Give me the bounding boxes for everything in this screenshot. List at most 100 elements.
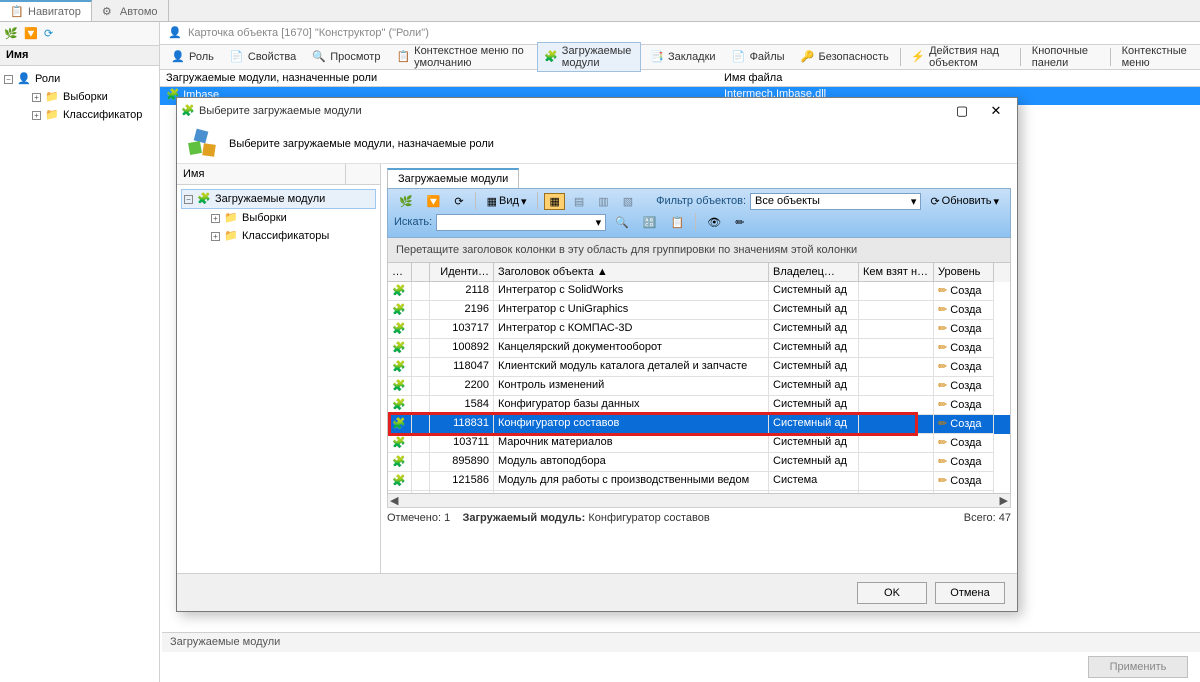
gh-taken[interactable]: Кем взят н… — [859, 263, 934, 282]
expand-icon[interactable]: + — [211, 214, 220, 223]
tb-plugins[interactable]: 🧩Загружаемые модули — [537, 42, 641, 72]
tb-context-menus[interactable]: Контекстные меню — [1115, 42, 1196, 72]
bg-col-left-head[interactable]: Загружаемые модули, назначенные роли — [160, 70, 718, 86]
row-check[interactable] — [412, 453, 430, 472]
eye-btn[interactable]: 👁 — [702, 214, 726, 231]
tb-view[interactable]: 🔍Просмотр — [305, 47, 387, 67]
tree-child-row[interactable]: + 📁 Классификаторы — [181, 227, 376, 245]
search-opt2[interactable]: 📋 — [666, 214, 690, 231]
grid-body[interactable]: 🧩2118Интегратор с SolidWorksСистемный ад… — [387, 282, 1011, 494]
close-button[interactable]: ✕ — [979, 100, 1013, 122]
gh-owner[interactable]: Владелец… — [769, 263, 859, 282]
tb-role[interactable]: 👤Роль — [164, 47, 221, 67]
expand-icon[interactable]: − — [184, 195, 193, 204]
chevron-down-icon: ▾ — [596, 216, 602, 229]
row-check[interactable] — [412, 491, 430, 494]
person-icon: 👤 — [168, 26, 182, 40]
col-name[interactable]: Имя — [177, 164, 346, 184]
row-check[interactable] — [412, 301, 430, 320]
h-scrollbar[interactable]: ◀▶ — [387, 494, 1011, 508]
tree-root[interactable]: − 👤 Роли — [4, 70, 155, 88]
row-check[interactable] — [412, 358, 430, 377]
gt-tree-btn[interactable]: 🌿 — [394, 193, 418, 210]
apply-button[interactable]: Применить — [1088, 656, 1188, 678]
tree-icon[interactable]: 🌿 — [4, 27, 18, 41]
tb-security[interactable]: 🔑Безопасность — [794, 47, 896, 67]
row-check[interactable] — [412, 377, 430, 396]
expand-icon[interactable]: − — [4, 75, 13, 84]
tab-automation[interactable]: ⚙ Автомо — [92, 0, 169, 21]
row-check[interactable] — [412, 415, 430, 434]
folder-icon: 📁 — [224, 229, 238, 243]
filter-combo[interactable]: Все объекты▾ — [750, 193, 921, 210]
gt-refresh-btn[interactable]: ⟳ — [449, 193, 468, 210]
table-row[interactable]: 🧩121586Модуль для работы с производствен… — [388, 472, 1010, 491]
search-opt1[interactable]: 🔠 — [638, 214, 662, 231]
row-check[interactable] — [412, 396, 430, 415]
tb-button-panels[interactable]: Кнопочные панели — [1025, 42, 1106, 72]
row-title: Марочник материалов — [494, 434, 769, 453]
tab-modules[interactable]: Загружаемые модули — [387, 168, 519, 188]
table-row[interactable]: 🧩2200Контроль измененийСистемный ад✏ Соз… — [388, 377, 1010, 396]
table-row[interactable]: 🧩118831Конфигуратор составовСистемный ад… — [388, 415, 1010, 434]
table-row[interactable]: 🧩1584Конфигуратор базы данныхСистемный а… — [388, 396, 1010, 415]
gt-layout1[interactable]: ▦ — [544, 193, 564, 210]
table-row[interactable]: 🧩2118Интегратор с SolidWorksСистемный ад… — [388, 282, 1010, 301]
gt-layout3[interactable]: ▥ — [593, 193, 613, 210]
scroll-right-icon[interactable]: ▶ — [1000, 494, 1008, 507]
table-row[interactable]: 🧩103717Интегратор с КОМПАС-3DСистемный а… — [388, 320, 1010, 339]
bg-col-right-head[interactable]: Имя файла — [718, 70, 788, 86]
expand-icon[interactable]: + — [211, 232, 220, 241]
table-row[interactable]: 🧩2196Интегратор с UniGraphicsСистемный а… — [388, 301, 1010, 320]
gt-filter-btn[interactable]: 🔽 — [422, 193, 446, 210]
row-check[interactable] — [412, 434, 430, 453]
scroll-left-icon[interactable]: ◀ — [390, 494, 398, 507]
tree-label: Классификаторы — [242, 230, 329, 242]
tb-context-menu[interactable]: 📋Контекстное меню по умолчанию — [389, 42, 535, 72]
grid-header: … Иденти… Заголовок объекта ▲ Владелец… … — [387, 263, 1011, 282]
expand-icon[interactable]: + — [32, 93, 41, 102]
gt-refresh2[interactable]: ⟳ Обновить ▾ — [925, 193, 1004, 210]
table-row[interactable]: 🧩895890Модуль автоподбораСистемный ад✏ С… — [388, 453, 1010, 472]
table-row[interactable]: 🧩100892Канцелярский документооборотСисте… — [388, 339, 1010, 358]
pencil-btn[interactable]: ✏ — [730, 214, 749, 231]
table-row[interactable]: 🧩120332Модуль импорта/экспорта XMLСистем… — [388, 491, 1010, 494]
refresh-icon[interactable]: ⟳ — [44, 27, 58, 41]
search-combo[interactable]: ▾ — [436, 214, 606, 231]
tb-object-actions[interactable]: ⚡Действия над объектом — [904, 42, 1016, 72]
gt-view-dropdown[interactable]: ▦ Вид ▾ — [482, 193, 532, 210]
tb-props[interactable]: 📄Свойства — [223, 47, 303, 67]
row-check[interactable] — [412, 472, 430, 491]
tab-navigator[interactable]: 📋 Навигатор — [0, 0, 92, 21]
table-row[interactable]: 🧩118047Клиентский модуль каталога детале… — [388, 358, 1010, 377]
dialog-left-header: Имя — [177, 164, 380, 185]
gh-level[interactable]: Уровень — [934, 263, 994, 282]
row-check[interactable] — [412, 339, 430, 358]
cancel-button[interactable]: Отмена — [935, 582, 1005, 604]
table-row[interactable]: 🧩103711Марочник материаловСистемный ад✏ … — [388, 434, 1010, 453]
gh-id[interactable]: Иденти… — [430, 263, 494, 282]
filter-icon[interactable]: 🔽 — [24, 27, 38, 41]
row-check[interactable] — [412, 320, 430, 339]
tree-child[interactable]: + 📁 Выборки — [4, 88, 155, 106]
row-level: ✏ Созда — [934, 301, 994, 320]
gh-title[interactable]: Заголовок объекта ▲ — [494, 263, 769, 282]
tree-root-row[interactable]: − 🧩 Загружаемые модули — [181, 189, 376, 209]
ok-button[interactable]: OK — [857, 582, 927, 604]
dialog-subheader: Выберите загружаемые модули, назначаемые… — [177, 124, 1017, 164]
search-go[interactable]: 🔍 — [610, 214, 634, 231]
gt-layout2[interactable]: ▤ — [569, 193, 589, 210]
maximize-button[interactable]: ▢ — [945, 100, 979, 122]
tree-child[interactable]: + 📁 Классификатор — [4, 106, 155, 124]
gh-icon[interactable]: … — [388, 263, 412, 282]
gh-check[interactable] — [412, 263, 430, 282]
row-id: 118831 — [430, 415, 494, 434]
tb-bookmarks[interactable]: 📑Закладки — [643, 47, 723, 67]
tree-child-row[interactable]: + 📁 Выборки — [181, 209, 376, 227]
dialog-titlebar[interactable]: 🧩 Выберите загружаемые модули ▢ ✕ — [177, 98, 1017, 124]
row-check[interactable] — [412, 282, 430, 301]
gt-layout4[interactable]: ▧ — [618, 193, 638, 210]
expand-icon[interactable]: + — [32, 111, 41, 120]
tb-files[interactable]: 📄Файлы — [725, 47, 792, 67]
grid-group-bar[interactable]: Перетащите заголовок колонки в эту облас… — [387, 238, 1011, 263]
